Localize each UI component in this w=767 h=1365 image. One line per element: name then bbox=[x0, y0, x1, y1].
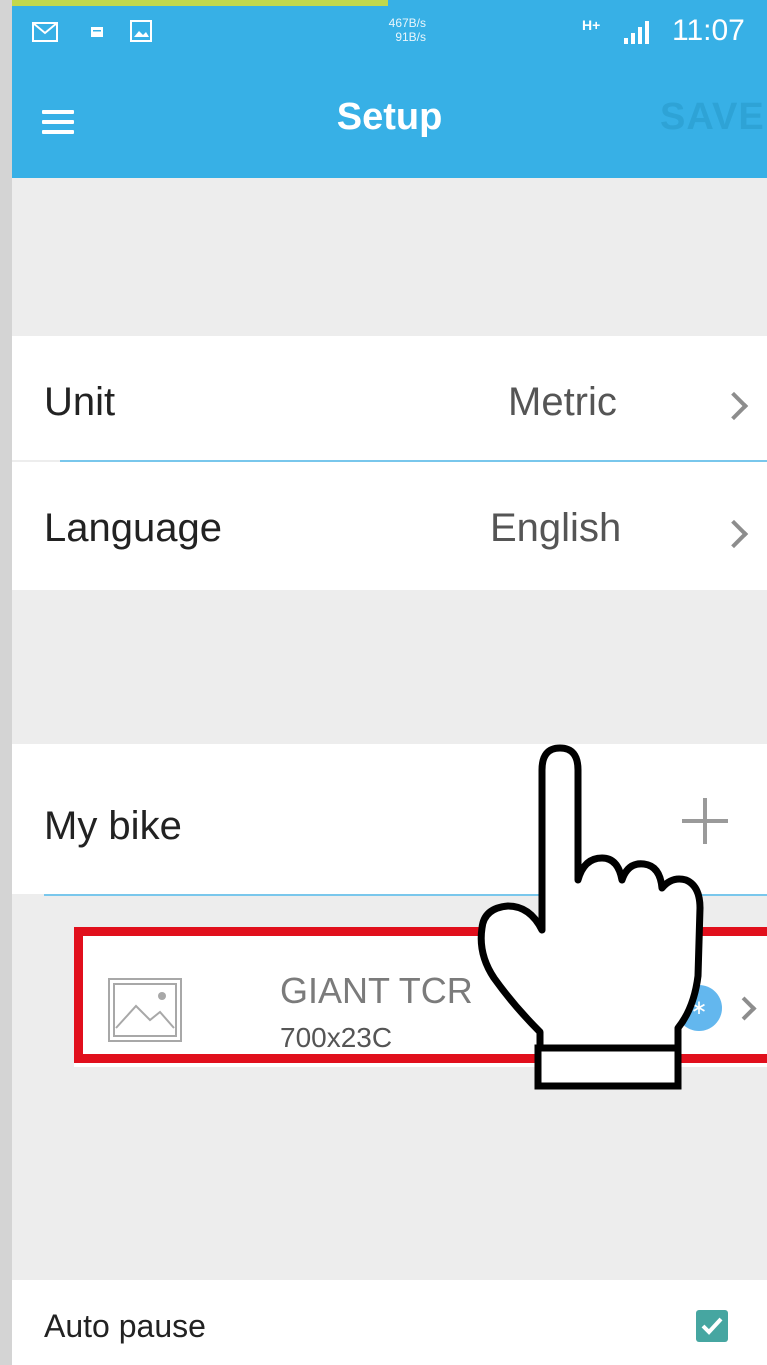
tap-hand-icon bbox=[477, 744, 704, 1090]
app-bar: Setup SAVE bbox=[12, 58, 767, 178]
chevron-right-icon bbox=[719, 391, 749, 421]
net-up: 91B/s bbox=[395, 30, 426, 44]
check-icon bbox=[701, 1317, 723, 1335]
left-edge-strip bbox=[0, 0, 12, 1365]
save-button[interactable]: SAVE bbox=[660, 96, 765, 139]
unit-value: Metric bbox=[508, 380, 617, 424]
auto-pause-checkbox[interactable] bbox=[696, 1310, 728, 1342]
net-down: 467B/s bbox=[388, 16, 426, 30]
auto-pause-row: Auto pause bbox=[12, 1280, 767, 1365]
clock: 11:07 bbox=[672, 14, 745, 47]
phone-screen: 467B/s 91B/s H+ 11:07 Setup SAVE Unit Me… bbox=[12, 0, 767, 1365]
signal-icon bbox=[624, 21, 649, 44]
language-setting-row[interactable]: Language English bbox=[12, 462, 767, 590]
language-value: English bbox=[490, 506, 622, 550]
image-icon bbox=[130, 20, 152, 42]
mail-icon bbox=[32, 22, 58, 42]
auto-pause-label: Auto pause bbox=[44, 1308, 206, 1344]
network-speed: 467B/s 91B/s bbox=[366, 16, 426, 44]
network-type: H+ bbox=[582, 17, 601, 33]
unit-label: Unit bbox=[44, 380, 116, 424]
status-bar: 467B/s 91B/s H+ 11:07 bbox=[12, 0, 767, 58]
progress-indicator bbox=[12, 0, 388, 6]
unit-setting-row[interactable]: Unit Metric bbox=[12, 336, 767, 460]
language-label: Language bbox=[44, 506, 222, 550]
message-icon bbox=[91, 27, 103, 37]
page-title: Setup bbox=[336, 96, 443, 138]
chevron-right-icon bbox=[719, 519, 749, 549]
my-bike-label: My bike bbox=[44, 804, 182, 848]
